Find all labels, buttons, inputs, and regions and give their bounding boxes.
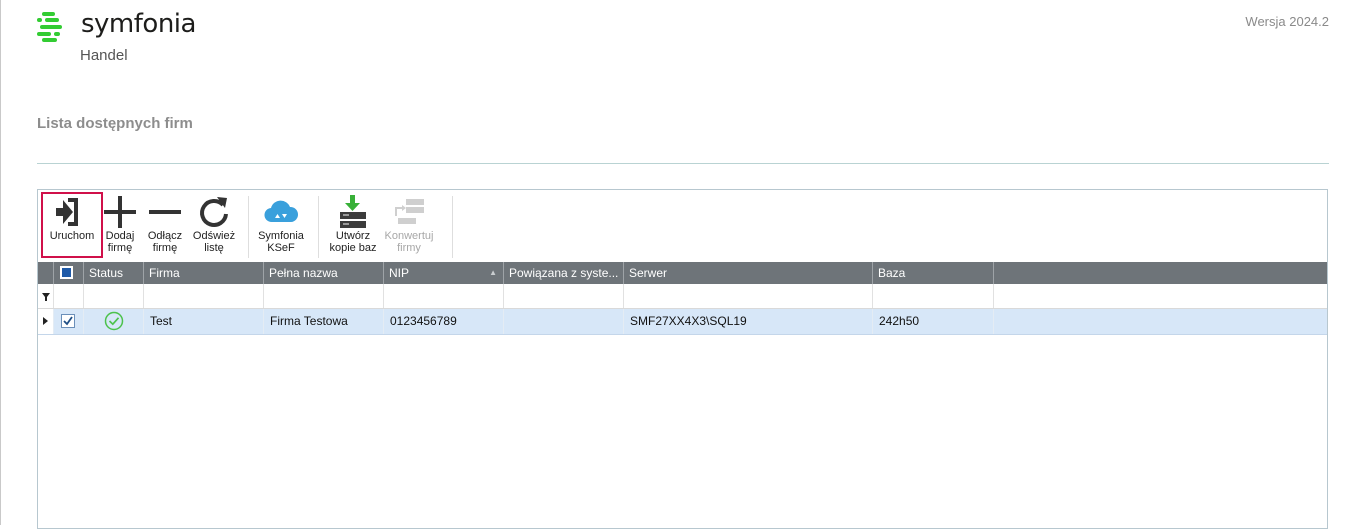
filter-cell-powiazana[interactable] — [504, 284, 624, 308]
logo-subtitle: Handel — [80, 47, 128, 64]
select-all-header[interactable] — [54, 262, 84, 284]
row-checkbox[interactable] — [61, 314, 75, 328]
odswiez-liste-button[interactable]: Odśwież listę — [190, 194, 238, 258]
utworz-kopie-baz-button[interactable]: Utwórz kopie baz — [324, 194, 382, 258]
row-status-cell — [84, 309, 144, 334]
odswiez-label-2: listę — [204, 242, 224, 254]
login-arrow-icon — [43, 194, 101, 230]
kopie-label-2: kopie baz — [329, 242, 377, 254]
row-indicator-header — [38, 262, 54, 284]
column-header-serwer[interactable]: Serwer — [624, 262, 873, 284]
column-header-nip-label: NIP — [389, 266, 410, 280]
row-pelna-nazwa: Firma Testowa — [264, 309, 384, 334]
filter-cell-nip[interactable] — [384, 284, 504, 308]
dodaj-firme-button[interactable]: Dodaj firmę — [102, 194, 138, 258]
ksef-label-2: KSeF — [267, 242, 295, 254]
company-list-panel: Uruchom Dodaj firmę Odłącz firmę Odśwież… — [37, 189, 1328, 529]
table-row[interactable]: Test Firma Testowa 0123456789 SMF27XX4X3… — [38, 309, 1327, 335]
filter-row-indicator[interactable] — [38, 284, 54, 308]
filter-cell-select — [54, 284, 84, 308]
kopie-label-1: Utwórz — [335, 230, 371, 242]
toolbar-separator — [318, 196, 319, 258]
konwertuj-firmy-button[interactable]: Konwertuj firmy — [384, 194, 434, 258]
filter-row — [38, 284, 1327, 309]
checkmark-icon — [63, 316, 73, 326]
konwertuj-label-1: Konwertuj — [384, 230, 434, 242]
row-baza: 242h50 — [873, 309, 994, 334]
plus-icon — [102, 194, 138, 230]
row-firma: Test — [144, 309, 264, 334]
minus-icon — [145, 194, 185, 230]
filter-cell-baza[interactable] — [873, 284, 994, 308]
version-label: Wersja 2024.2 — [1245, 14, 1329, 29]
symfonia-ksef-button[interactable]: Symfonia KSeF — [254, 194, 308, 258]
grid-header: Status Firma Pełna nazwa NIP ▲ Powiązana… — [38, 262, 1327, 284]
odlacz-firme-button[interactable]: Odłącz firmę — [145, 194, 185, 258]
konwertuj-label-2: firmy — [397, 242, 421, 254]
dodaj-label-1: Dodaj — [105, 230, 135, 242]
current-row-arrow-icon — [43, 317, 48, 325]
column-header-firma[interactable]: Firma — [144, 262, 264, 284]
ksef-label-1: Symfonia — [258, 230, 304, 242]
row-powiazana — [504, 309, 624, 334]
row-nip: 0123456789 — [384, 309, 504, 334]
status-ok-icon — [104, 311, 124, 331]
filter-cell-pelna-nazwa[interactable] — [264, 284, 384, 308]
symfonia-logo-icon — [37, 12, 62, 42]
uruchom-button[interactable]: Uruchom — [41, 192, 103, 258]
filter-cell-status[interactable] — [84, 284, 144, 308]
funnel-icon — [42, 293, 50, 301]
column-header-baza[interactable]: Baza — [873, 262, 994, 284]
filter-cell-serwer[interactable] — [624, 284, 873, 308]
sort-ascending-icon: ▲ — [489, 268, 497, 277]
dodaj-label-2: firmę — [107, 242, 133, 254]
database-download-icon — [324, 194, 382, 230]
filter-cell-firma[interactable] — [144, 284, 264, 308]
toolbar: Uruchom Dodaj firmę Odłącz firmę Odśwież… — [38, 190, 1327, 262]
toolbar-separator — [452, 196, 453, 258]
select-all-indeterminate-mark — [62, 268, 71, 277]
row-indicator[interactable] — [38, 309, 54, 334]
row-select-cell[interactable] — [54, 309, 84, 334]
cloud-icon — [254, 194, 308, 230]
toolbar-separator — [248, 196, 249, 258]
column-header-pelna-nazwa[interactable]: Pełna nazwa — [264, 262, 384, 284]
window-left-border — [0, 0, 1, 525]
odlacz-label-2: firmę — [152, 242, 178, 254]
convert-servers-icon — [384, 194, 434, 230]
logo-wordmark: symfonia — [81, 9, 196, 39]
odlacz-label-1: Odłącz — [147, 230, 183, 242]
column-header-nip[interactable]: NIP ▲ — [384, 262, 504, 284]
refresh-icon — [190, 194, 238, 230]
column-header-powiazana[interactable]: Powiązana z syste... — [504, 262, 624, 284]
uruchom-label: Uruchom — [49, 230, 95, 242]
column-header-status[interactable]: Status — [84, 262, 144, 284]
odswiez-label-1: Odśwież — [192, 230, 236, 242]
row-serwer: SMF27XX4X3\SQL19 — [624, 309, 873, 334]
title-divider — [37, 163, 1329, 164]
page-title: Lista dostępnych firm — [37, 115, 193, 132]
